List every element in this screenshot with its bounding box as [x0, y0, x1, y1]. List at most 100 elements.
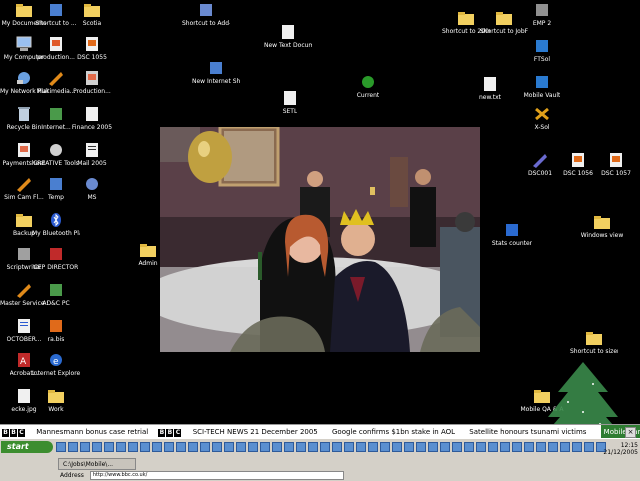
folder-icon [15, 2, 33, 18]
quick-launch-icon[interactable] [260, 442, 270, 452]
desktop-icon[interactable]: Mobile Vault [518, 74, 566, 99]
desktop-icon[interactable]: e Internet Explorer [32, 352, 80, 377]
app-icon [503, 222, 521, 238]
desktop-icon[interactable]: MS [68, 176, 116, 201]
quick-launch-icon[interactable] [500, 442, 510, 452]
document-icon [83, 142, 101, 158]
quick-launch-icon[interactable] [92, 442, 102, 452]
quick-launch-icon[interactable] [440, 442, 450, 452]
quick-launch-icon[interactable] [140, 442, 150, 452]
bbc-logo: BBC [158, 429, 182, 437]
quick-launch-icon[interactable] [80, 442, 90, 452]
quick-launch-icon[interactable] [128, 442, 138, 452]
quick-launch-icon[interactable] [380, 442, 390, 452]
quick-launch-icon[interactable] [584, 442, 594, 452]
ticker-item[interactable]: Google confirms $1bn stake in AOL [332, 425, 455, 439]
desktop-icon[interactable]: Finance 2005 [68, 106, 116, 131]
app-icon [15, 282, 33, 298]
document-icon [83, 106, 101, 122]
quick-launch-icon[interactable] [392, 442, 402, 452]
desktop-icon[interactable]: Shortcut to Add-Remo... [182, 2, 230, 27]
quick-launch-icon[interactable] [212, 442, 222, 452]
quick-launch-icon[interactable] [512, 442, 522, 452]
quick-launch-icon[interactable] [464, 442, 474, 452]
desktop-icon[interactable]: CEP DIRECTOR [32, 246, 80, 271]
system-tray: 12:15 21/12/2005 [596, 442, 638, 456]
desktop-icon[interactable]: X-Sol [518, 106, 566, 131]
desktop-icon[interactable]: Scotia [68, 2, 116, 27]
wallpaper-photo [160, 127, 480, 352]
quick-launch-icon[interactable] [524, 442, 534, 452]
quick-launch-icon[interactable] [104, 442, 114, 452]
desktop-icon[interactable]: FTSol [518, 38, 566, 63]
desktop-icon[interactable]: Mail 2005 [68, 142, 116, 167]
desktop-icon[interactable]: My Bluetooth Places [32, 212, 80, 237]
ticker-item[interactable]: SCI-TECH NEWS 21 December 2005 [193, 425, 318, 439]
quick-launch-icon[interactable] [308, 442, 318, 452]
app-icon [533, 38, 551, 54]
quick-launch-icon[interactable] [368, 442, 378, 452]
quick-launch-icon[interactable] [56, 442, 66, 452]
quick-launch-icon[interactable] [296, 442, 306, 452]
quick-launch-icon[interactable] [452, 442, 462, 452]
desktop-icon[interactable]: Production... [68, 70, 116, 95]
quick-launch-icon[interactable] [404, 442, 414, 452]
desktop-icon[interactable]: New Text Document (7) [264, 24, 312, 49]
quick-launch-icon[interactable] [200, 442, 210, 452]
quick-launch-icon[interactable] [332, 442, 342, 452]
taskbar-window-button[interactable]: C:\Jobs\Mobile\... [58, 458, 136, 470]
quick-launch-icon[interactable] [116, 442, 126, 452]
quick-launch-icon[interactable] [248, 442, 258, 452]
folder-icon [495, 10, 513, 26]
ticker-item[interactable]: Mannesmann bonus case retrial [36, 425, 148, 439]
quick-launch-icon[interactable] [572, 442, 582, 452]
desktop-icon[interactable]: New Internet Shortcut [192, 60, 240, 85]
quick-launch-icon[interactable] [152, 442, 162, 452]
quick-launch-icon[interactable] [536, 442, 546, 452]
quick-launch-icon[interactable] [548, 442, 558, 452]
quick-launch-icon[interactable] [560, 442, 570, 452]
close-icon[interactable]: × [625, 427, 636, 438]
quick-launch-icon[interactable] [176, 442, 186, 452]
quick-launch-icon[interactable] [224, 442, 234, 452]
desktop-icon[interactable]: new.txt [466, 76, 514, 101]
clock-time[interactable]: 12:15 [596, 442, 638, 449]
taskbar: start C:\Jobs\Mobile\... Address http://… [0, 438, 640, 481]
quick-launch-icon[interactable] [272, 442, 282, 452]
app-icon [47, 282, 65, 298]
desktop-icon[interactable]: AD&C PC [32, 282, 80, 307]
desktop-icon[interactable]: ra.bis [32, 318, 80, 343]
desktop-icon[interactable]: EMP 2 [518, 2, 566, 27]
quick-launch-icon[interactable] [416, 442, 426, 452]
desktop-icon[interactable]: Windows view [578, 214, 626, 239]
desktop-icon[interactable]: Current [344, 74, 392, 99]
quick-launch-icon[interactable] [284, 442, 294, 452]
quick-launch-icon[interactable] [236, 442, 246, 452]
folder-icon [593, 214, 611, 230]
desktop-icon[interactable]: Stats counter [488, 222, 536, 247]
desktop-icon[interactable]: Shortcut to sizerle [570, 330, 618, 355]
quick-launch-icon[interactable] [320, 442, 330, 452]
quick-launch-icon[interactable] [488, 442, 498, 452]
start-button[interactable]: start [1, 441, 53, 453]
internet-explorer-icon: e [47, 352, 65, 368]
app-icon [47, 2, 65, 18]
news-ticker[interactable]: BBC Mannesmann bonus case retrial BBC SC… [0, 424, 640, 439]
ticker-item[interactable]: Satellite honours tsunami victims [469, 425, 586, 439]
acrobat-icon: A [15, 352, 33, 368]
desktop-icon[interactable]: Work [32, 388, 80, 413]
desktop-icon[interactable]: SETL [266, 90, 314, 115]
desktop-icon[interactable]: DSC 1057 [592, 152, 640, 177]
document-icon [481, 76, 499, 92]
quick-launch-icon[interactable] [164, 442, 174, 452]
desktop-icon[interactable]: DSC 1055 [68, 36, 116, 61]
quick-launch-icon[interactable] [68, 442, 78, 452]
folder-icon [457, 10, 475, 26]
quick-launch-icon[interactable] [344, 442, 354, 452]
quick-launch-icon[interactable] [476, 442, 486, 452]
quick-launch-icon[interactable] [188, 442, 198, 452]
app-icon [531, 152, 549, 168]
address-input[interactable]: http://www.bbc.co.uk/ [89, 471, 344, 480]
quick-launch-icon[interactable] [428, 442, 438, 452]
quick-launch-icon[interactable] [356, 442, 366, 452]
